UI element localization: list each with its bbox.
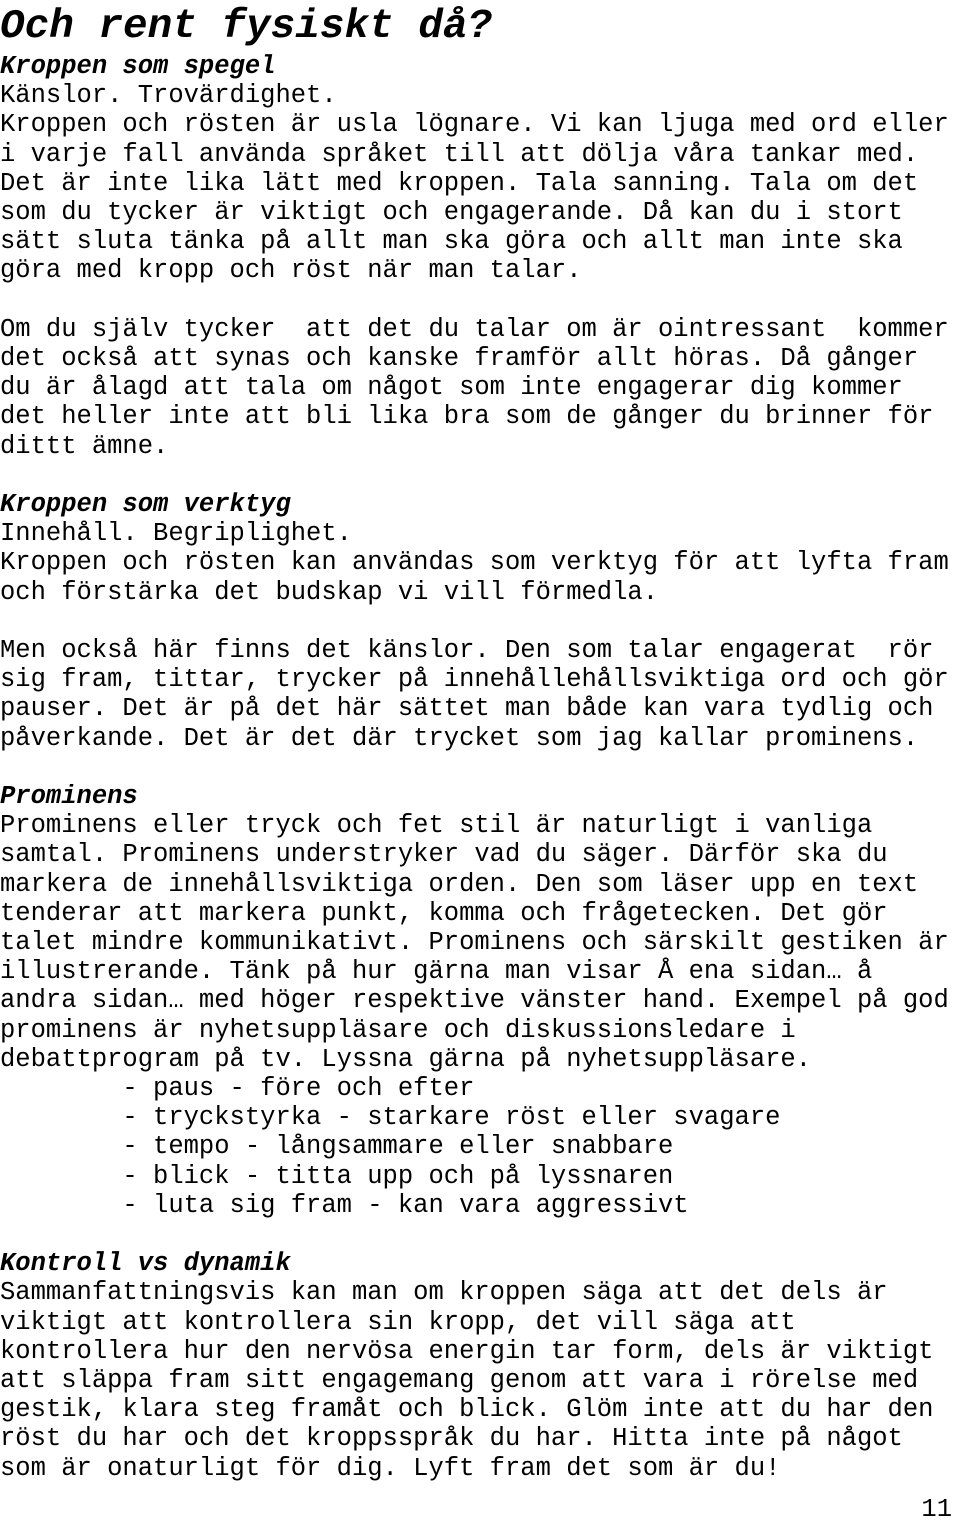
paragraph-line: du är ålagd att tala om något som inte e… <box>0 373 903 403</box>
paragraph-line: kontrollera hur den nervösa energin tar … <box>0 1336 934 1366</box>
paragraph-line: det heller inte att bli lika bra som de … <box>0 402 934 432</box>
document-page: Och rent fysiskt då? Kroppen som spegel … <box>0 0 960 1538</box>
section-kroppen-som-spegel: Kroppen som spegel Känslor. Trovärdighet… <box>0 52 960 461</box>
section-heading: Kontroll vs dynamik <box>0 1249 291 1279</box>
page-title: Och rent fysiskt då? <box>0 4 493 50</box>
paragraph-line: och förstärka det budskap vi vill förmed… <box>0 577 659 607</box>
paragraph-line: samtal. Prominens understryker vad du sä… <box>0 840 888 870</box>
paragraph-line: Känslor. Trovärdighet. <box>0 81 337 111</box>
paragraph-line: i varje fall använda språket till att dö… <box>0 139 919 169</box>
paragraph-line: Kroppen och rösten är usla lögnare. Vi k… <box>0 110 949 140</box>
section-kroppen-som-verktyg: Kroppen som verktyg Innehåll. Begripligh… <box>0 490 960 753</box>
paragraph-line: debattprogram på tv. Lyssna gärna på nyh… <box>0 1044 812 1074</box>
paragraph-line: andra sidan… med höger respektive vänste… <box>0 986 949 1016</box>
list-item: - blick - titta upp och på lyssnaren <box>0 1161 674 1191</box>
paragraph-line: tenderar att markera punkt, komma och fr… <box>0 898 888 928</box>
paragraph-line: dittt ämne. <box>0 431 169 461</box>
list-item: - luta sig fram - kan vara aggressivt <box>0 1190 689 1220</box>
section-kontroll-vs-dynamik: Kontroll vs dynamik Sammanfattningsvis k… <box>0 1249 960 1483</box>
section-heading: Prominens <box>0 782 138 812</box>
paragraph-line: Det är inte lika lätt med kroppen. Tala … <box>0 168 919 198</box>
paragraph-line: illustrerande. Tänk på hur gärna man vis… <box>0 957 873 987</box>
paragraph-line: Kroppen och rösten kan användas som verk… <box>0 548 949 578</box>
paragraph-line: talet mindre kommunikativt. Prominens oc… <box>0 928 949 958</box>
paragraph-line: sig fram, tittar, trycker på innehållehå… <box>0 665 949 695</box>
section-prominens: Prominens Prominens eller tryck och fet … <box>0 782 960 1220</box>
section-heading: Kroppen som spegel <box>0 52 276 81</box>
paragraph-line: göra med kropp och röst när man talar. <box>0 256 582 286</box>
list-item: - tempo - långsammare eller snabbare <box>0 1132 674 1162</box>
paragraph-line: som är onaturligt för dig. Lyft fram det… <box>0 1453 781 1483</box>
paragraph-line: röst du har och det kroppsspråk du har. … <box>0 1424 903 1454</box>
list-item: - paus - före och efter <box>0 1074 475 1104</box>
paragraph-line: Prominens eller tryck och fet stil är na… <box>0 811 873 841</box>
paragraph-line: pauser. Det är på det här sättet man båd… <box>0 694 934 724</box>
section-heading: Kroppen som verktyg <box>0 490 291 520</box>
paragraph-line: påverkande. Det är det där trycket som j… <box>0 723 919 753</box>
page-number: 11 <box>921 1494 952 1524</box>
list-item: - tryckstyrka - starkare röst eller svag… <box>0 1103 781 1133</box>
paragraph-line: viktigt att kontrollera sin kropp, det v… <box>0 1307 796 1337</box>
paragraph-line: Innehåll. Begriplighet. <box>0 519 352 549</box>
paragraph-line: att släppa fram sitt engagemang genom at… <box>0 1366 919 1396</box>
paragraph-line: markera de innehållsviktiga orden. Den s… <box>0 869 919 899</box>
paragraph-line: gestik, klara steg framåt och blick. Glö… <box>0 1395 934 1425</box>
paragraph-line: Sammanfattningsvis kan man om kroppen sä… <box>0 1278 888 1308</box>
paragraph-line: Om du själv tycker att det du talar om ä… <box>0 314 949 344</box>
paragraph-line: prominens är nyhetsuppläsare och diskuss… <box>0 1015 796 1045</box>
paragraph-line: Men också här finns det känslor. Den som… <box>0 636 934 666</box>
paragraph-line: som du tycker är viktigt och engagerande… <box>0 198 903 228</box>
paragraph-line: det också att synas och kanske framför a… <box>0 344 919 374</box>
paragraph-line: sätt sluta tänka på allt man ska göra oc… <box>0 227 903 257</box>
